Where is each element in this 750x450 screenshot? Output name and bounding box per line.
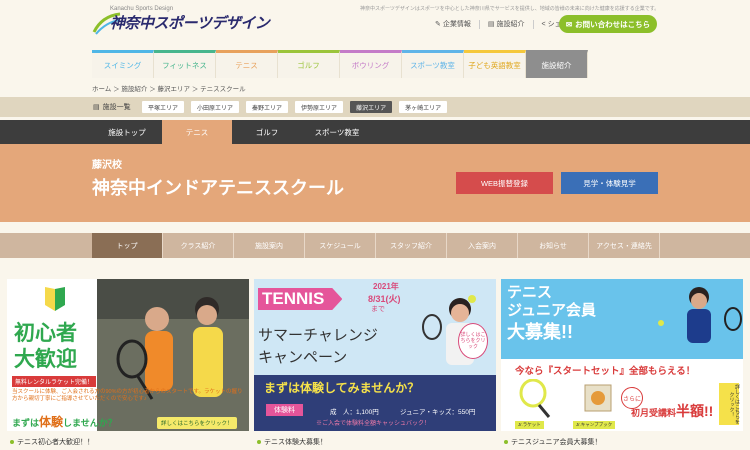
tennis-label: TENNIS: [258, 288, 343, 310]
divider: [532, 19, 534, 29]
start-set-promo: 今なら『スタートセット』全部もらえる！: [515, 366, 696, 377]
campaign-line-2: キャンペーン: [258, 349, 348, 366]
subnav-tennis[interactable]: テニス: [162, 120, 232, 144]
web-transfer-button[interactable]: WEB振替登録: [456, 172, 553, 194]
site-logo[interactable]: 神奈中スポーツデザイン: [110, 12, 270, 33]
page-nav: トップ クラス紹介 施設案内 スケジュール スタッフ紹介 入会案内 お知らせ ア…: [0, 233, 750, 258]
card1-body: 当スクールに体験、ご入会される方の90%の方が初心者からのスタートです。ラケット…: [12, 389, 243, 403]
subnav-golf[interactable]: ゴルフ: [232, 120, 302, 144]
nav-tennis[interactable]: テニス: [216, 50, 278, 78]
area-title: ▤ 施設一覧: [93, 104, 131, 111]
nav-english-school[interactable]: 子ども英語教室: [464, 50, 526, 78]
card1-caption[interactable]: テニス初心者大歓迎！！: [10, 437, 94, 447]
area-isehara[interactable]: 伊勢原エリア: [295, 101, 344, 113]
area-hiratsuka[interactable]: 平塚エリア: [142, 101, 185, 113]
branch-name: 藤沢校: [92, 160, 122, 171]
card1-title-2: 大歓迎: [14, 348, 77, 371]
pagenav-top[interactable]: トップ: [92, 233, 163, 258]
subnav-sports-school[interactable]: スポーツ教室: [302, 120, 372, 144]
card1-cta: まずは体験しませんか？: [12, 415, 117, 429]
pagenav-facility-guide[interactable]: 施設案内: [234, 233, 305, 258]
tagline: 神奈中スポーツデザインはスポーツを中心とした神奈川県でサービスを提供し、地域の皆…: [360, 6, 660, 12]
hero-banner: 藤沢校 神奈中インドアテニススクール WEB振替登録 見学・体験見学: [0, 144, 750, 222]
trial-visit-button[interactable]: 見学・体験見学: [561, 172, 658, 194]
breadcrumb[interactable]: ホーム ＞ 施設紹介 ＞ 藤沢エリア ＞ テニススクール: [92, 83, 246, 93]
card3-caption[interactable]: テニスジュニア会員大募集！: [504, 437, 602, 447]
item-book-label: Jr.キャンプブック: [573, 421, 616, 429]
summer-campaign-card[interactable]: TENNIS 2021年 8/31(火) まで サマーチャレンジ キャンペーン …: [254, 279, 496, 431]
fee-adult: 成 人：1,100円: [330, 409, 379, 416]
campaign-year: 2021年: [373, 282, 399, 291]
facility-subnav: 施設トップ テニス ゴルフ スポーツ教室: [0, 120, 750, 144]
area-bar: ▤ 施設一覧 平塚エリア 小田原エリア 秦野エリア 伊勢原エリア 藤沢エリア 茅ヶ…: [0, 97, 750, 117]
area-list: 平塚エリア 小田原エリア 秦野エリア 伊勢原エリア 藤沢エリア 茅ヶ崎エリア: [142, 101, 448, 113]
cashback-note: ※ご入会で体験料全額キャッシュバック！: [316, 421, 431, 427]
nav-fitness[interactable]: フィットネス: [154, 50, 216, 78]
pagenav-schedule[interactable]: スケジュール: [305, 233, 376, 258]
area-chigasaki[interactable]: 茅ヶ崎エリア: [399, 101, 448, 113]
junior-racket-icon: [519, 379, 551, 418]
header-links: ✎企業情報 ▤施設紹介 <シェア: [435, 19, 569, 29]
card2-caption[interactable]: テニス体験大募集！: [257, 437, 327, 447]
beginner-promo-card[interactable]: 初心者 大歓迎 無料レンタルラケット完備！ 当スクールに体験、ご入会される方の9…: [7, 279, 249, 431]
pagenav-staff[interactable]: スタッフ紹介: [376, 233, 447, 258]
rental-badge: 無料レンタルラケット完備！: [12, 376, 97, 387]
document-icon: ▤: [487, 21, 495, 28]
card3-title-2: ジュニア会員: [507, 302, 596, 319]
junior-book-icon: [584, 384, 612, 412]
share-icon: <: [541, 20, 546, 28]
pagenav-classes[interactable]: クラス紹介: [163, 233, 234, 258]
card1-more-button[interactable]: 詳しくはこちらをクリック！: [157, 417, 237, 429]
company-info-link[interactable]: ✎ 企業情報: [435, 19, 471, 29]
nav-golf[interactable]: ゴルフ: [278, 50, 340, 78]
divider: [478, 19, 480, 29]
subnav-top[interactable]: 施設トップ: [92, 120, 162, 144]
beginner-mark-icon: [45, 287, 65, 311]
trial-banner: まずは体験してみませんか？: [264, 381, 420, 395]
area-fujisawa[interactable]: 藤沢エリア: [350, 101, 393, 113]
nav-facilities[interactable]: 施設紹介: [526, 50, 588, 78]
fee-junior: ジュニア・キッズ：550円: [400, 409, 476, 416]
category-nav: スイミング フィットネス テニス ゴルフ ボウリング スポーツ教室 子ども英語教…: [92, 50, 588, 78]
pagenav-access[interactable]: アクセス・連絡先: [589, 233, 660, 258]
campaign-until: まで: [371, 306, 385, 313]
site-header: Kanachu Sports Design 神奈中スポーツデザイン 神奈中スポー…: [0, 0, 750, 48]
fee-label: 体験料: [266, 404, 303, 416]
contact-button[interactable]: ✉ お問い合わせはこちら: [559, 15, 657, 33]
nav-swimming[interactable]: スイミング: [92, 50, 154, 78]
card3-more-button[interactable]: 詳しくはこちらをクリック！: [719, 383, 740, 425]
first-month-fee: 初月受講料半額!!: [631, 403, 714, 419]
page-title: 神奈中インドアテニススクール: [92, 178, 344, 198]
junior-player-photo: [658, 287, 742, 343]
card3-title-3: 大募集!!: [507, 322, 573, 342]
list-icon: ▤: [93, 104, 100, 111]
mail-icon: ✉: [565, 19, 573, 29]
nav-sports-school[interactable]: スポーツ教室: [402, 50, 464, 78]
junior-member-card[interactable]: テニス ジュニア会員 大募集!! 今なら『スタートセット』全部もらえる！ Jr.…: [501, 279, 743, 431]
pagenav-admission[interactable]: 入会案内: [447, 233, 518, 258]
link-icon: ✎: [435, 21, 441, 28]
facilities-link[interactable]: ▤ 施設紹介: [488, 19, 525, 29]
area-odawara[interactable]: 小田原エリア: [191, 101, 240, 113]
nav-bowling[interactable]: ボウリング: [340, 50, 402, 78]
item-racket-label: Jr.ラケット: [515, 421, 544, 429]
area-hadano[interactable]: 秦野エリア: [246, 101, 289, 113]
campaign-line-1: サマーチャレンジ: [258, 327, 378, 344]
pagenav-news[interactable]: お知らせ: [518, 233, 589, 258]
card2-more-button[interactable]: 詳しくはこちらをクリック: [458, 323, 488, 359]
